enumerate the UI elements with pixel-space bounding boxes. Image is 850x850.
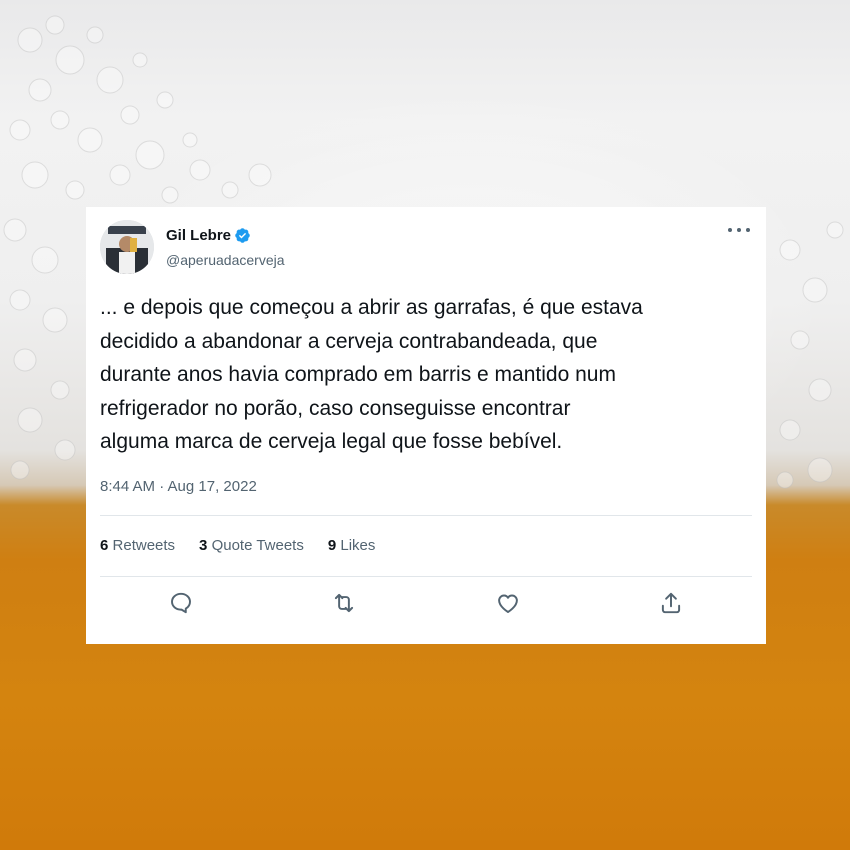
like-icon[interactable]	[495, 590, 521, 616]
avatar[interactable]	[100, 220, 154, 274]
quote-tweets-stat[interactable]: 3 Quote Tweets	[199, 537, 304, 554]
tweet-text: ... e depois que começou a abrir as garr…	[100, 296, 643, 453]
share-icon[interactable]	[658, 590, 684, 616]
retweets-label: Retweets	[112, 537, 176, 554]
verified-badge-icon	[235, 228, 250, 243]
divider	[100, 515, 752, 516]
quote-tweets-count: 3	[199, 537, 208, 554]
more-options-icon[interactable]	[728, 221, 750, 239]
tweet-stats: 6 Retweets 3 Quote Tweets 9 Likes	[100, 537, 399, 554]
tweet-card: Gil Lebre @aperuadacerveja ... e depois …	[86, 207, 766, 644]
quote-tweets-label: Quote Tweets	[211, 537, 304, 554]
retweets-count: 6	[100, 537, 109, 554]
likes-stat[interactable]: 9 Likes	[328, 537, 376, 554]
tweet-timestamp[interactable]: 8:44 AM · Aug 17, 2022	[100, 478, 257, 495]
avatar-image	[100, 220, 154, 274]
reply-icon[interactable]	[168, 590, 194, 616]
likes-label: Likes	[340, 537, 376, 554]
retweet-icon[interactable]	[331, 590, 357, 616]
likes-count: 9	[327, 537, 337, 554]
author-name[interactable]: Gil Lebre	[166, 227, 231, 244]
author-handle[interactable]: @aperuadacerveja	[166, 252, 285, 268]
divider	[100, 576, 752, 577]
retweets-stat[interactable]: 6 Retweets	[100, 537, 175, 554]
tweet-actions	[100, 590, 752, 620]
